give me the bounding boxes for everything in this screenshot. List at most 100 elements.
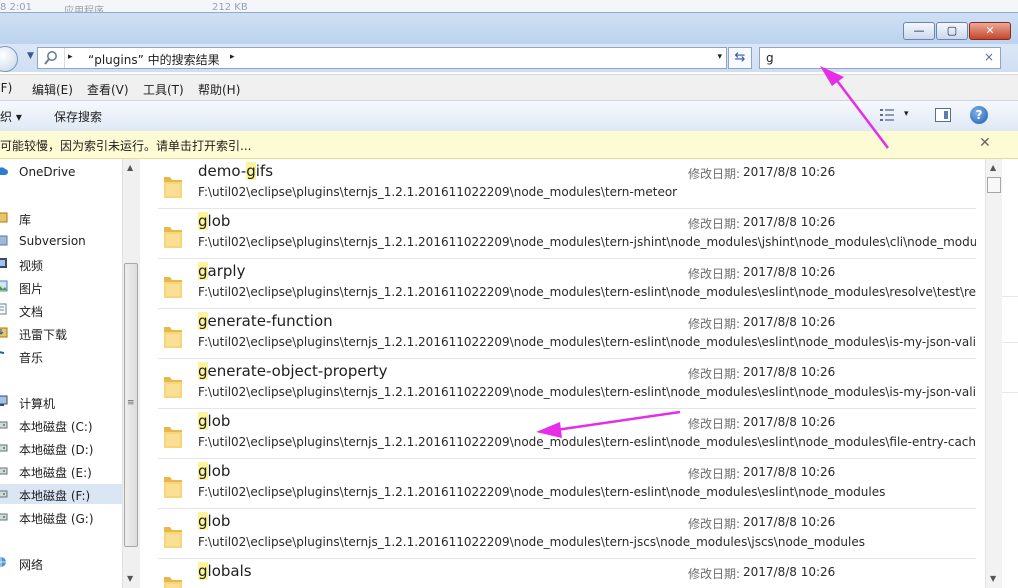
info-bar-message[interactable]: 可能较慢，因为索引未运行。请单击打开索引... xyxy=(0,137,251,154)
result-name[interactable]: glob xyxy=(198,212,230,230)
search-match-highlight: g xyxy=(198,462,208,480)
sidebar-item[interactable]: 迅雷下载 xyxy=(0,323,122,343)
minimize-button[interactable]: — xyxy=(903,22,935,40)
breadcrumb-arrow-icon[interactable]: ▸ xyxy=(230,52,235,62)
folder-icon xyxy=(162,472,184,500)
scroll-up-icon[interactable]: ▲ xyxy=(127,163,133,172)
sidebar-item[interactable]: 本地磁盘 (C:) xyxy=(0,415,122,435)
modified-date-value: 2017/8/8 10:26 xyxy=(743,215,836,229)
refresh-button[interactable]: ⇆ xyxy=(728,47,752,69)
menu-edit[interactable]: 编辑(E) xyxy=(32,81,73,98)
computer-icon xyxy=(0,395,8,407)
navigation-scrollbar[interactable]: ▲ ≡ ▼ xyxy=(122,159,140,588)
menu-view[interactable]: 查看(V) xyxy=(87,81,129,98)
close-info-bar-icon[interactable]: ✕ xyxy=(979,135,991,151)
sidebar-item[interactable]: 库 xyxy=(0,208,122,228)
result-name-suffix: enerate-function xyxy=(207,312,333,330)
video-icon xyxy=(0,257,8,269)
scroll-up-icon[interactable]: ▲ xyxy=(990,163,996,172)
sidebar-item-label: 图片 xyxy=(19,282,44,296)
menu-tools[interactable]: 工具(T) xyxy=(143,81,184,98)
result-row[interactable]: glob F:\util02\eclipse\plugins\ternjs_1.2… xyxy=(158,209,976,259)
result-path: F:\util02\eclipse\plugins\ternjs_1.2.1.2… xyxy=(198,535,866,549)
sidebar-item[interactable]: 计算机 xyxy=(0,392,122,412)
result-path: F:\util02\eclipse\plugins\ternjs_1.2.1.2… xyxy=(198,435,976,449)
address-bar[interactable]: ▸ “plugins” 中的搜索结果 ▸ ▾ xyxy=(37,47,727,69)
preview-pane-icon[interactable] xyxy=(935,108,951,122)
modified-date-label: 修改日期: xyxy=(688,317,741,331)
result-name[interactable]: generate-function xyxy=(198,312,333,330)
history-dropdown-icon[interactable]: ▼ xyxy=(27,51,34,61)
background-window-edge xyxy=(1002,159,1018,588)
view-dropdown-icon[interactable]: ▾ xyxy=(904,109,909,119)
sidebar-item[interactable]: 音乐 xyxy=(0,346,122,366)
folder-icon xyxy=(162,272,184,300)
library-folder-icon xyxy=(0,234,8,246)
result-name-suffix: lob xyxy=(207,462,231,480)
result-name[interactable]: glob xyxy=(198,412,230,430)
result-row[interactable]: glob F:\util02\eclipse\plugins\ternjs_1.2… xyxy=(158,509,976,559)
result-path: F:\util02\eclipse\plugins\ternjs_1.2.1.2… xyxy=(198,235,976,249)
sidebar-item[interactable]: 本地磁盘 (F:) xyxy=(0,484,122,504)
folder-icon xyxy=(162,372,184,400)
result-name[interactable]: garply xyxy=(198,262,245,280)
sidebar-item[interactable]: 本地磁盘 (D:) xyxy=(0,438,122,458)
sidebar-item[interactable]: 本地磁盘 (E:) xyxy=(0,461,122,481)
result-row[interactable]: glob F:\util02\eclipse\plugins\ternjs_1.2… xyxy=(158,459,976,509)
results-scroll-thumb[interactable] xyxy=(987,177,1001,193)
breadcrumb-search-results[interactable]: “plugins” 中的搜索结果 xyxy=(88,51,220,68)
drive-icon xyxy=(0,418,8,430)
help-icon[interactable]: ? xyxy=(970,106,988,124)
result-path: F:\util02\eclipse\plugins\ternjs_1.2.1.2… xyxy=(198,385,976,399)
back-button[interactable] xyxy=(0,46,18,72)
maximize-button[interactable]: ▢ xyxy=(936,22,968,40)
index-info-bar[interactable]: 可能较慢，因为索引未运行。请单击打开索引... ✕ xyxy=(0,131,1018,159)
modified-date-label: 修改日期: xyxy=(688,517,741,531)
scroll-down-icon[interactable]: ▼ xyxy=(127,574,133,583)
drive-icon xyxy=(0,441,8,453)
result-path: F:\util02\eclipse\plugins\ternjs_1.2.1.2… xyxy=(198,185,678,199)
sidebar-item[interactable]: OneDrive xyxy=(0,162,122,182)
breadcrumb-arrow-icon[interactable]: ▸ xyxy=(68,52,73,62)
result-name[interactable]: globals xyxy=(198,562,252,580)
close-button[interactable]: ✕ xyxy=(969,22,1011,40)
sidebar-item[interactable]: 视频 xyxy=(0,254,122,274)
result-name[interactable]: glob xyxy=(198,512,230,530)
sidebar-item[interactable]: 图片 xyxy=(0,277,122,297)
save-search-button[interactable]: 保存搜索 xyxy=(54,108,102,125)
navigation-scroll-thumb[interactable]: ≡ xyxy=(124,263,138,547)
result-row[interactable]: garply F:\util02\eclipse\plugins\ternjs_1… xyxy=(158,259,976,309)
result-row[interactable]: generate-function F:\util02\eclipse\plugi… xyxy=(158,309,976,359)
sidebar-item-label: Subversion xyxy=(19,234,86,248)
address-dropdown-icon[interactable]: ▾ xyxy=(717,52,722,62)
search-input[interactable]: g × xyxy=(759,47,1001,69)
result-row[interactable]: demo-gifs F:\util02\eclipse\plugins\ternj… xyxy=(158,159,976,209)
sidebar-item-label: 视频 xyxy=(19,259,44,273)
modified-date-label: 修改日期: xyxy=(688,267,741,281)
sidebar-item[interactable]: 网络 xyxy=(0,553,122,573)
result-row[interactable]: glob F:\util02\eclipse\plugins\ternjs_1.2… xyxy=(158,409,976,459)
result-row[interactable]: globals 修改日期: 2017/8/8 10:26 xyxy=(158,559,976,588)
result-name[interactable]: demo-gifs xyxy=(198,162,273,180)
result-name[interactable]: glob xyxy=(198,462,230,480)
sidebar-item[interactable]: 文档 xyxy=(0,300,122,320)
sidebar-item-label: 本地磁盘 (F:) xyxy=(19,489,91,503)
scroll-grip-icon: ≡ xyxy=(127,398,135,408)
search-match-highlight: g xyxy=(198,262,208,280)
results-scrollbar[interactable]: ▲ ▼ xyxy=(985,159,1003,588)
menu-file[interactable]: (F) xyxy=(0,81,12,95)
modified-date-label: 修改日期: xyxy=(688,567,741,581)
result-name[interactable]: generate-object-property xyxy=(198,362,388,380)
menu-help[interactable]: 帮助(H) xyxy=(198,81,240,98)
sidebar-item-label: 本地磁盘 (C:) xyxy=(19,420,93,434)
clear-search-icon[interactable]: × xyxy=(984,50,994,64)
network-icon xyxy=(0,556,8,568)
result-row[interactable]: generate-object-property F:\util02\eclips… xyxy=(158,359,976,409)
menu-bar: (F) 编辑(E) 查看(V) 工具(T) 帮助(H) xyxy=(0,74,1018,101)
change-view-icon[interactable] xyxy=(880,108,894,122)
sidebar-item[interactable]: Subversion xyxy=(0,231,122,251)
scroll-down-icon[interactable]: ▼ xyxy=(990,574,996,583)
organize-button[interactable]: 织 ▾ xyxy=(0,108,22,125)
sidebar-item[interactable]: 本地磁盘 (G:) xyxy=(0,507,122,527)
search-match-highlight: g xyxy=(198,212,208,230)
